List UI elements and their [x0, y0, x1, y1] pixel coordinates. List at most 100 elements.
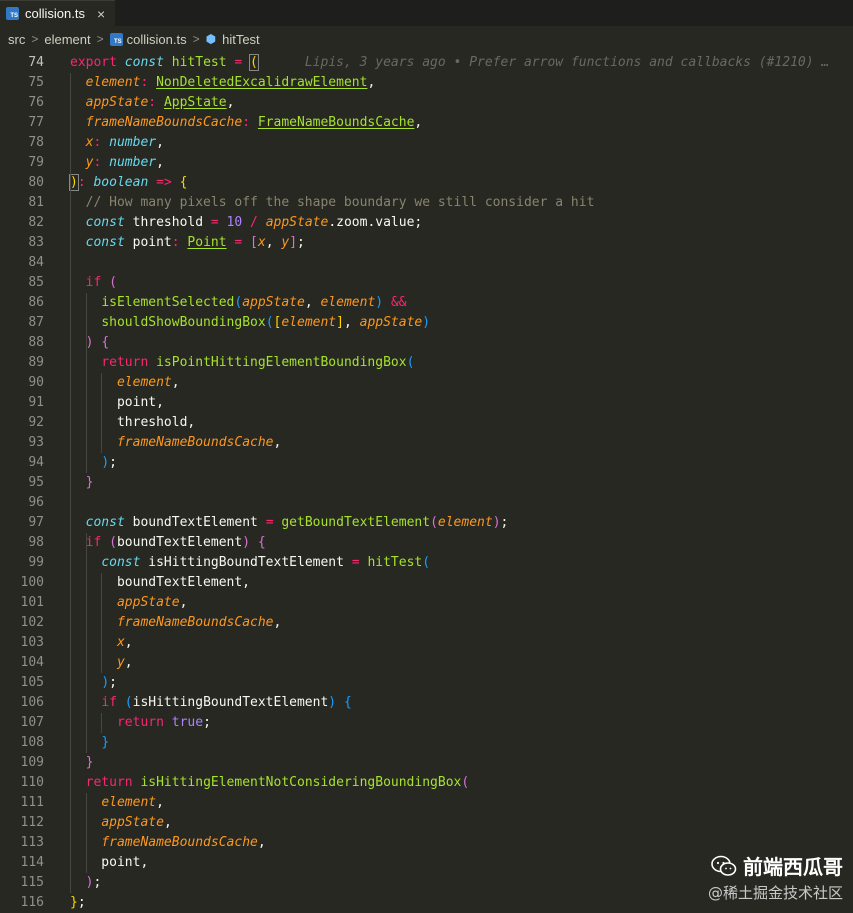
line-number: 82 — [28, 215, 44, 230]
code-token: NonDeletedExcalidrawElement — [156, 75, 368, 90]
code-line[interactable]: 82 const threshold = 10 / appState.zoom.… — [0, 213, 853, 233]
breadcrumb-file[interactable]: collision.ts — [127, 32, 187, 47]
code-text: boundTextElement, — [70, 573, 250, 593]
code-line[interactable]: 91 point, — [0, 393, 853, 413]
code-text: const threshold = 10 / appState.zoom.val… — [70, 213, 423, 233]
code-line[interactable]: 80): boolean => { — [0, 173, 853, 193]
code-line[interactable]: 79 y: number, — [0, 153, 853, 173]
code-text: } — [70, 473, 94, 493]
line-number: 105 — [20, 675, 44, 690]
code-line[interactable]: 104 y, — [0, 653, 853, 673]
code-token: appState — [85, 95, 149, 110]
line-number: 77 — [28, 115, 44, 130]
code-line[interactable]: 89 return isPointHittingElementBoundingB… — [0, 353, 853, 373]
code-line[interactable]: 99 const isHittingBoundTextElement = hit… — [0, 553, 853, 573]
breadcrumb-src[interactable]: src — [8, 32, 25, 47]
code-editor[interactable]: 74 export const hitTest = ( Lipis, 3 year… — [0, 53, 853, 911]
close-icon[interactable]: × — [97, 6, 105, 22]
code-token: element — [101, 795, 157, 810]
indent-guide — [85, 293, 87, 473]
code-line[interactable]: 111 element, — [0, 793, 853, 813]
code-text: return isHittingElementNotConsideringBou… — [70, 773, 470, 793]
code-line[interactable]: 109 } — [0, 753, 853, 773]
code-token: boundTextElement, — [70, 575, 251, 590]
typescript-file-icon: TS — [109, 32, 123, 46]
code-line[interactable]: 86 isElementSelected(appState, element) … — [0, 293, 853, 313]
code-token: appState — [265, 215, 329, 230]
code-token: point, — [70, 855, 149, 870]
code-line[interactable]: 78 x: number, — [0, 133, 853, 153]
code-line[interactable]: 94 ); — [0, 453, 853, 473]
breadcrumb-element[interactable]: element — [44, 32, 90, 47]
code-token: , — [163, 815, 172, 830]
code-token: ) — [422, 315, 431, 330]
code-line[interactable]: 83 const point: Point = [x, y]; — [0, 233, 853, 253]
code-line[interactable]: 98 if (boundTextElement) { — [0, 533, 853, 553]
code-text: ) { — [70, 333, 109, 353]
indent-guide — [101, 713, 103, 733]
code-token: appState — [116, 595, 180, 610]
code-line[interactable]: 74 export const hitTest = ( Lipis, 3 year… — [0, 53, 853, 73]
code-token: ; — [203, 715, 211, 730]
code-token: ( — [430, 515, 438, 530]
code-line[interactable]: 102 frameNameBoundsCache, — [0, 613, 853, 633]
code-line[interactable]: 96 — [0, 493, 853, 513]
code-line[interactable]: 103 x, — [0, 633, 853, 653]
code-line[interactable]: 105 ); — [0, 673, 853, 693]
code-line[interactable]: 87 shouldShowBoundingBox([element], appS… — [0, 313, 853, 333]
code-line[interactable]: 92 threshold, — [0, 413, 853, 433]
tab-collision-ts[interactable]: TS collision.ts × — [0, 0, 116, 26]
code-text: if ( — [70, 273, 117, 293]
code-token: y — [281, 235, 290, 250]
code-token: number — [109, 135, 157, 150]
code-line[interactable]: 81 // How many pixels off the shape boun… — [0, 193, 853, 213]
code-token: isHittingElementNotConsideringBoundingBo… — [140, 775, 462, 790]
code-token: point — [124, 235, 172, 250]
code-line[interactable]: 84 — [0, 253, 853, 273]
code-line[interactable]: 76 appState: AppState, — [0, 93, 853, 113]
breadcrumb-symbol[interactable]: hitTest — [222, 32, 260, 47]
code-line[interactable]: 95 } — [0, 473, 853, 493]
code-token: frameNameBoundsCache — [85, 115, 243, 130]
code-line[interactable]: 90 element, — [0, 373, 853, 393]
code-token: frameNameBoundsCache — [116, 435, 274, 450]
watermark-subtitle: @稀土掘金技术社区 — [707, 884, 843, 902]
code-line[interactable]: 97 const boundTextElement = getBoundText… — [0, 513, 853, 533]
code-line[interactable]: 112 appState, — [0, 813, 853, 833]
code-line[interactable]: 110 return isHittingElementNotConsiderin… — [0, 773, 853, 793]
code-line[interactable]: 107 return true; — [0, 713, 853, 733]
code-line[interactable]: 85 if ( — [0, 273, 853, 293]
code-line[interactable]: 77 frameNameBoundsCache: FrameNameBounds… — [0, 113, 853, 133]
code-line[interactable]: 108 } — [0, 733, 853, 753]
code-line[interactable]: 88 ) { — [0, 333, 853, 353]
code-text: frameNameBoundsCache, — [70, 833, 265, 853]
code-token: ; — [109, 455, 117, 470]
code-token: element — [437, 515, 493, 530]
code-text: element, — [70, 793, 164, 813]
code-line[interactable]: 101 appState, — [0, 593, 853, 613]
code-token: frameNameBoundsCache — [116, 615, 274, 630]
code-line[interactable]: 93 frameNameBoundsCache, — [0, 433, 853, 453]
code-line[interactable]: 113 frameNameBoundsCache, — [0, 833, 853, 853]
code-token: getBoundTextElement — [281, 515, 431, 530]
code-token: ) — [101, 455, 110, 470]
code-token: ( — [124, 695, 133, 710]
line-number: 76 — [28, 95, 44, 110]
code-line[interactable]: 100 boundTextElement, — [0, 573, 853, 593]
code-line[interactable]: 106 if (isHittingBoundTextElement) { — [0, 693, 853, 713]
code-line[interactable]: 75 element: NonDeletedExcalidrawElement, — [0, 73, 853, 93]
code-token: ( — [265, 315, 274, 330]
git-blame-annotation: Lipis, 3 years ago • Prefer arrow functi… — [257, 55, 830, 70]
